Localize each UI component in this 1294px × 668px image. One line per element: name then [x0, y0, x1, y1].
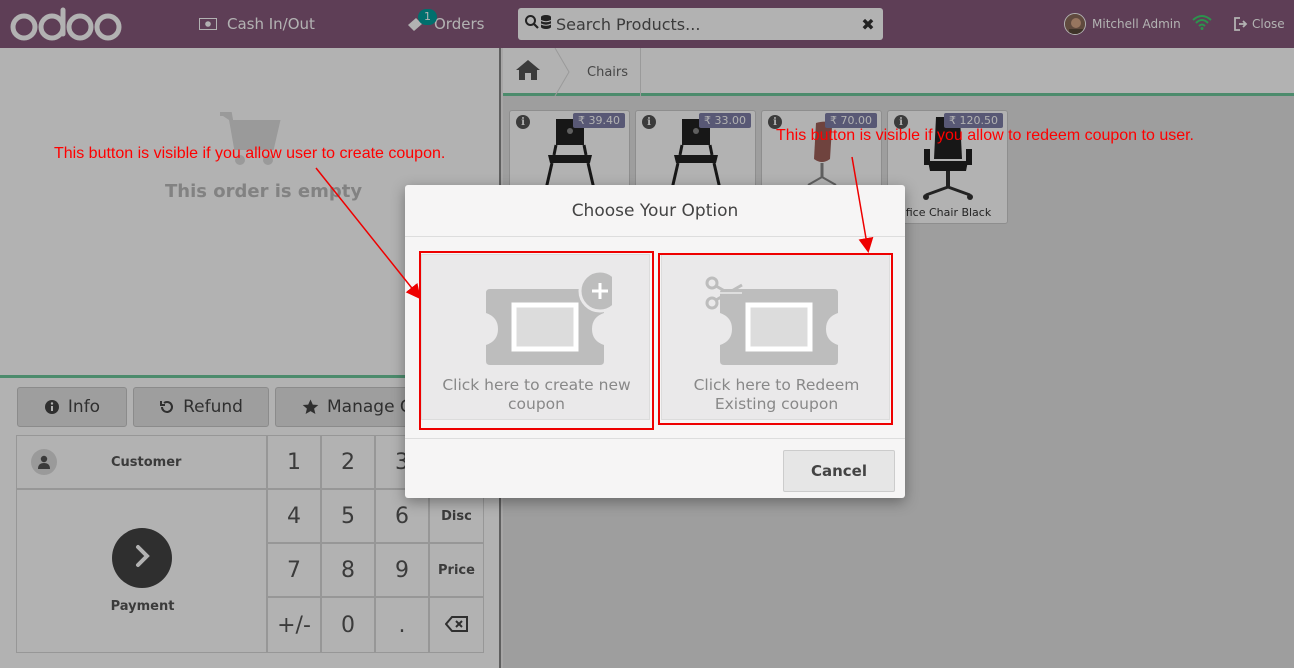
redeem-option-highlight — [658, 253, 893, 425]
dialog-title: Choose Your Option — [405, 185, 905, 237]
create-coupon-annotation: This button is visible if you allow user… — [54, 145, 446, 162]
create-option-highlight — [419, 251, 654, 430]
cancel-button[interactable]: Cancel — [783, 450, 895, 492]
dialog-footer: Cancel — [405, 438, 905, 498]
redeem-coupon-annotation: This button is visible if you allow to r… — [776, 127, 1194, 144]
